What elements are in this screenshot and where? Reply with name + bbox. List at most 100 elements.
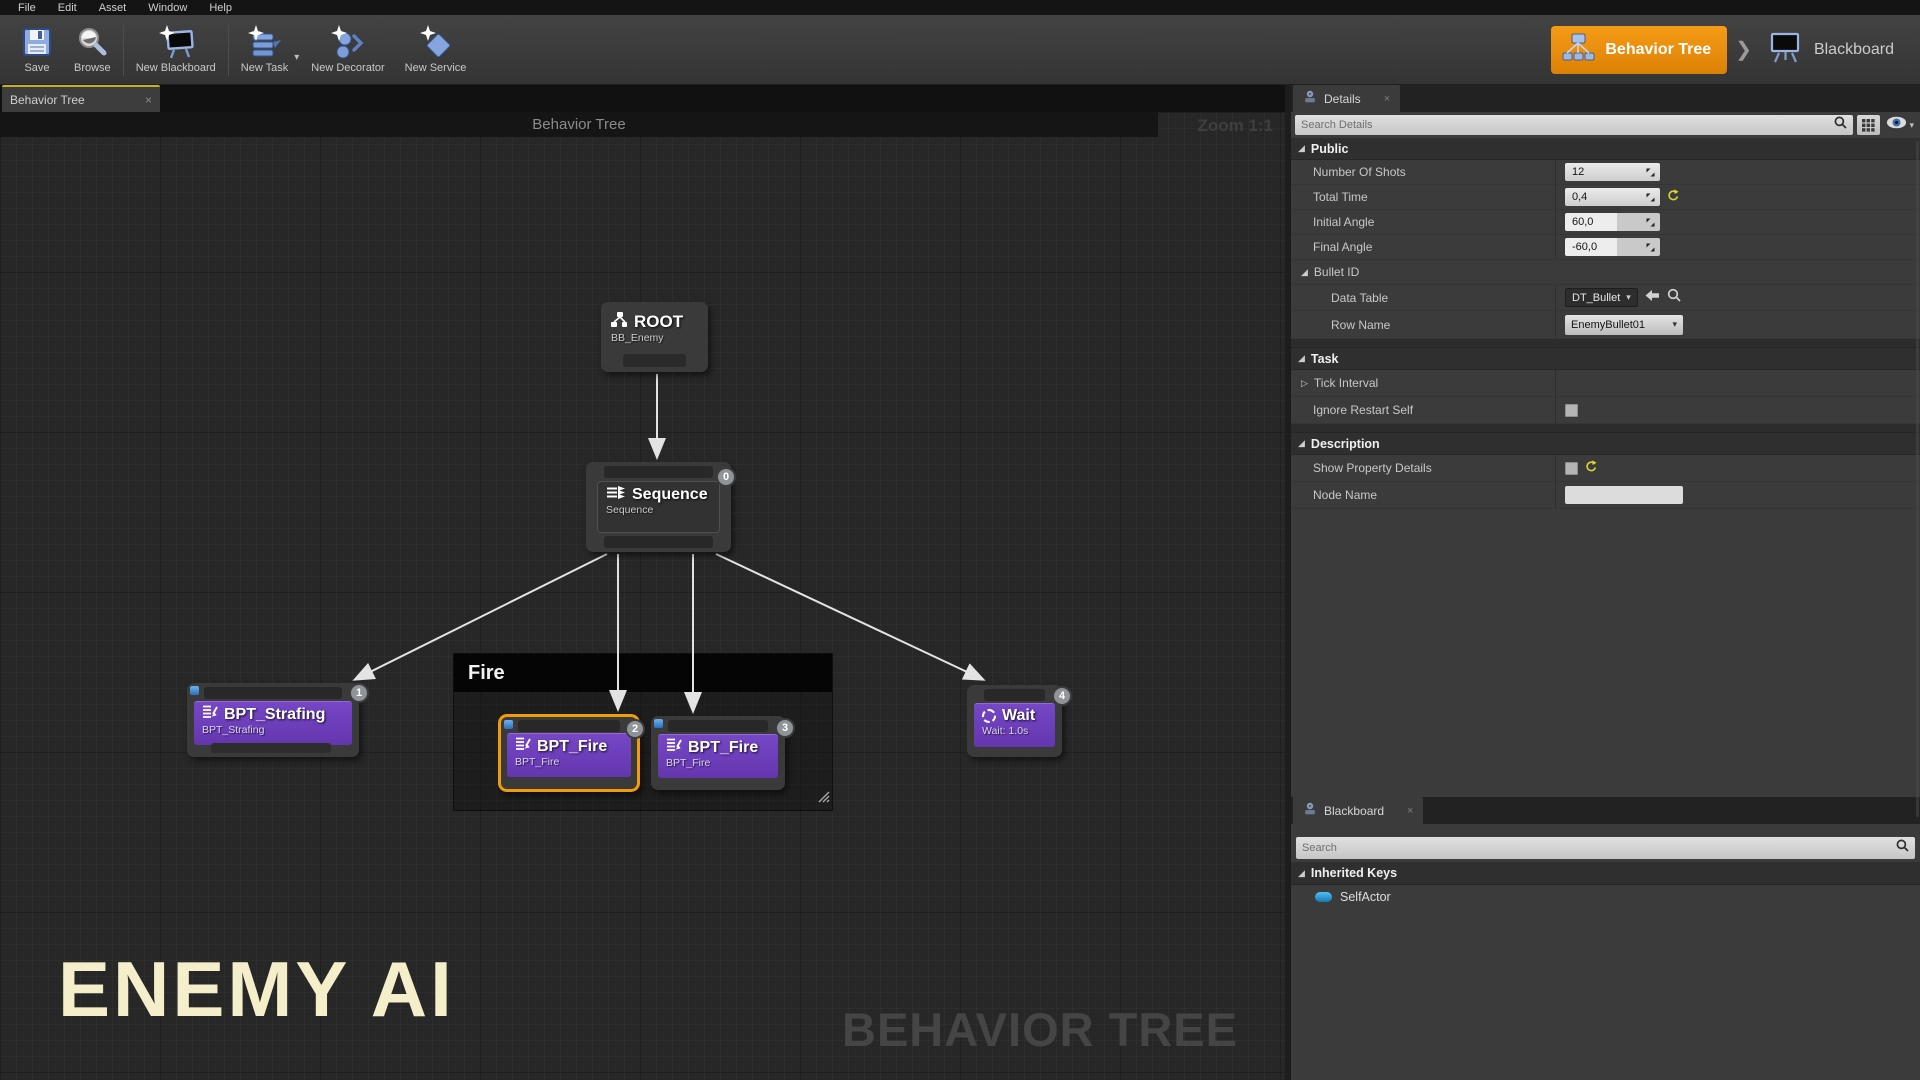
initial-angle-input[interactable]: 60,0 <box>1565 213 1660 231</box>
row-data-table: Data Table DT_Bullet ▾ <box>1291 285 1920 311</box>
section-description[interactable]: ◢ Description <box>1291 433 1920 455</box>
menu-window[interactable]: Window <box>138 2 197 14</box>
blackboard-tabstrip: Blackboard × <box>1291 797 1920 824</box>
reset-to-default-icon[interactable] <box>1667 188 1679 206</box>
row-name-dropdown[interactable]: EnemyBullet01 ▾ <box>1565 315 1683 335</box>
details-search-input[interactable] <box>1301 119 1834 131</box>
section-public-label: Public <box>1311 142 1349 156</box>
section-task-label: Task <box>1311 352 1339 366</box>
graph-canvas[interactable]: Behavior Tree Zoom 1:1 Fire <box>0 112 1285 1080</box>
fire-left-subtitle: BPT_Fire <box>515 756 623 768</box>
sequence-subtitle: Sequence <box>606 504 711 516</box>
menu-file[interactable]: File <box>8 2 46 14</box>
row-ignore-restart-self: Ignore Restart Self <box>1291 397 1920 424</box>
behavior-tree-icon <box>1561 32 1595 67</box>
save-button[interactable]: Save <box>10 19 64 82</box>
breadcrumb-behavior-tree-button[interactable]: Behavior Tree <box>1551 26 1727 74</box>
reset-to-default-icon[interactable] <box>1585 459 1597 477</box>
blackboard-chip-icon <box>654 719 663 728</box>
strafing-title: BPT_Strafing <box>224 706 325 724</box>
search-icon <box>1896 839 1909 857</box>
show-property-details-checkbox[interactable] <box>1565 462 1578 475</box>
fire-right-title: BPT_Fire <box>688 739 758 757</box>
new-decorator-label: New Decorator <box>311 62 384 74</box>
blackboard-search-input[interactable] <box>1302 842 1896 854</box>
new-task-button[interactable]: New Task <box>231 19 298 82</box>
tab-close-icon[interactable]: × <box>1384 93 1390 105</box>
tick-interval-label: Tick Interval <box>1314 376 1378 390</box>
tab-details[interactable]: Details × <box>1293 85 1400 112</box>
use-selected-icon[interactable] <box>1645 289 1660 307</box>
root-out-pin[interactable] <box>623 354 686 367</box>
wait-title: Wait <box>1002 707 1035 725</box>
browse-icon <box>75 23 109 61</box>
strafing-subtitle: BPT_Strafing <box>202 724 344 736</box>
node-bpt-fire[interactable]: BPT_Fire BPT_Fire 3 <box>651 716 785 790</box>
row-row-name: Row Name EnemyBullet01 ▾ <box>1291 311 1920 339</box>
breadcrumb-behavior-tree-label: Behavior Tree <box>1605 41 1711 59</box>
sequence-in-pin[interactable] <box>604 466 713 478</box>
details-search-box[interactable] <box>1295 115 1853 135</box>
blackboard-key-selfactor[interactable]: SelfActor <box>1291 885 1920 909</box>
strafing-in-pin[interactable] <box>204 687 342 699</box>
tab-close-icon[interactable]: × <box>1407 805 1413 817</box>
row-show-property-details: Show Property Details <box>1291 455 1920 482</box>
menu-edit[interactable]: Edit <box>48 2 87 14</box>
eye-icon <box>1886 116 1907 134</box>
row-initial-angle: Initial Angle 60,0 <box>1291 210 1920 235</box>
expanded-arrow-icon: ◢ <box>1301 267 1308 278</box>
root-icon <box>611 312 628 332</box>
node-bpt-fire-selected[interactable]: BPT_Fire BPT_Fire 2 <box>498 714 640 792</box>
total-time-input[interactable]: 0,4 <box>1565 188 1660 206</box>
browse-button[interactable]: Browse <box>64 19 121 82</box>
final-angle-input[interactable]: -60,0 <box>1565 238 1660 256</box>
new-task-icon <box>245 23 285 61</box>
toolbar-separator <box>228 25 229 76</box>
new-blackboard-button[interactable]: New Blackboard <box>126 19 226 82</box>
breadcrumb-blackboard-label: Blackboard <box>1814 41 1894 59</box>
node-name-input[interactable] <box>1565 486 1683 504</box>
node-wait[interactable]: Wait Wait: 1.0s 4 <box>967 685 1062 757</box>
row-tick-interval[interactable]: ▷ Tick Interval <box>1291 370 1920 397</box>
node-sequence[interactable]: Sequence Sequence 0 <box>586 462 731 552</box>
total-time-label: Total Time <box>1291 185 1556 209</box>
selfactor-label: SelfActor <box>1340 890 1391 904</box>
breadcrumb-blackboard-button[interactable]: Blackboard <box>1760 26 1902 74</box>
property-matrix-button[interactable] <box>1857 115 1880 135</box>
new-task-dropdown-caret[interactable]: ▾ <box>294 52 299 63</box>
wait-order-badge: 4 <box>1052 686 1072 706</box>
strafing-out-pin[interactable] <box>211 743 331 753</box>
fire-right-in-pin[interactable] <box>668 720 768 732</box>
node-root[interactable]: ROOT BB_Enemy <box>601 302 708 372</box>
node-bpt-strafing[interactable]: BPT_Strafing BPT_Strafing 1 <box>187 683 359 757</box>
view-options-button[interactable]: ▾ <box>1884 116 1916 134</box>
show-property-details-label: Show Property Details <box>1291 455 1556 481</box>
browse-to-asset-icon[interactable] <box>1667 288 1681 307</box>
fire-left-in-pin[interactable] <box>518 720 620 732</box>
wait-in-pin[interactable] <box>984 689 1045 701</box>
tab-blackboard[interactable]: Blackboard × <box>1293 797 1423 824</box>
tab-behavior-tree[interactable]: Behavior Tree × <box>2 85 160 112</box>
number-of-shots-input[interactable]: 12 <box>1565 163 1660 181</box>
collapsed-arrow-icon: ▷ <box>1301 378 1308 389</box>
new-service-icon <box>416 23 456 61</box>
new-service-button[interactable]: New Service <box>395 19 477 82</box>
menu-asset[interactable]: Asset <box>89 2 137 14</box>
tab-close-icon[interactable]: × <box>145 93 152 107</box>
details-scrollbar[interactable] <box>1916 141 1919 817</box>
menu-help[interactable]: Help <box>199 2 242 14</box>
task-icon <box>666 738 682 757</box>
blackboard-search-box[interactable] <box>1296 837 1915 859</box>
row-bullet-id-header[interactable]: ◢ Bullet ID <box>1291 260 1920 285</box>
section-task[interactable]: ◢ Task <box>1291 348 1920 370</box>
section-public[interactable]: ◢ Public <box>1291 138 1920 160</box>
sequence-out-pin[interactable] <box>604 536 713 548</box>
data-table-dropdown[interactable]: DT_Bullet ▾ <box>1565 288 1638 307</box>
section-inherited-keys[interactable]: ◢ Inherited Keys <box>1291 862 1920 885</box>
new-decorator-button[interactable]: New Decorator <box>301 19 394 82</box>
save-label: Save <box>24 62 49 74</box>
ignore-restart-self-checkbox[interactable] <box>1565 404 1578 417</box>
unreal-behavior-tree-editor: File Edit Asset Window Help Save Browse <box>0 0 1920 1080</box>
expanded-arrow-icon: ◢ <box>1298 143 1305 154</box>
multi-value-icon <box>1646 193 1655 202</box>
